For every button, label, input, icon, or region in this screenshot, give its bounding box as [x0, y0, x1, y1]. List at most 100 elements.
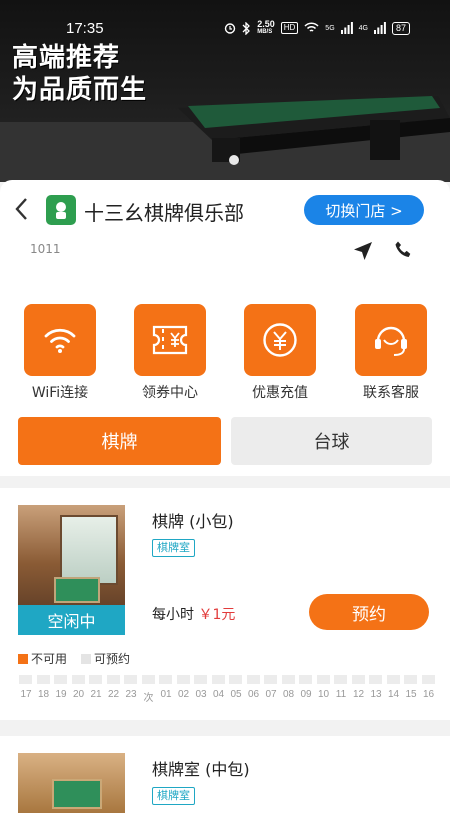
availability-legend: 不可用 可预约: [18, 650, 130, 667]
time-slot-label: 02: [177, 689, 190, 700]
time-slot-bar[interactable]: [281, 675, 295, 684]
time-slot-bar[interactable]: [106, 675, 120, 684]
room-image: [18, 753, 125, 813]
time-slot-bar[interactable]: [369, 675, 382, 684]
time-slot-label: 07: [265, 689, 277, 700]
time-slot-bar[interactable]: [89, 675, 102, 684]
time-slot-label: 16: [422, 689, 435, 700]
book-button[interactable]: 预约: [309, 594, 429, 630]
banner: 17:35 2.50 MB/S HD 5G 4G 87 高端推荐 为品质而生: [0, 0, 450, 182]
banner-line2: 为品质而生: [12, 75, 148, 105]
time-slot-bar[interactable]: [124, 675, 137, 684]
time-slot-label: 08: [282, 689, 295, 700]
net-speed-value: 2.50: [257, 19, 275, 29]
time-slot-label: 20: [72, 689, 85, 700]
mahjong-table-shape: [52, 779, 102, 809]
net-speed-unit: MB/S: [257, 29, 273, 35]
time-slot-bar[interactable]: [351, 675, 365, 684]
time-slot-bar[interactable]: [334, 675, 347, 684]
mahjong-table-shape: [54, 577, 100, 603]
store-code: 1011: [30, 242, 61, 256]
status-icons: 2.50 MB/S HD 5G 4G 87: [224, 20, 410, 36]
quick-action-coupons[interactable]: 领券中心: [134, 304, 206, 401]
legend-busy-swatch: [18, 653, 28, 664]
net-speed: 2.50 MB/S: [257, 20, 275, 36]
time-slot-bar[interactable]: [316, 675, 330, 684]
window-shape: [60, 515, 118, 585]
bluetooth-icon: [242, 21, 251, 35]
time-slot-label: 04: [212, 689, 225, 700]
time-slot-bar[interactable]: [36, 675, 50, 684]
time-slot-label: 13: [370, 689, 382, 700]
legend-busy-label: 不可用: [31, 652, 68, 666]
room-status-badge: 空闲中: [18, 605, 125, 635]
time-slot-bar[interactable]: [264, 675, 277, 684]
time-slot-bar[interactable]: [299, 675, 312, 684]
time-slot-label: 12: [352, 689, 365, 700]
headset-icon: [355, 304, 427, 376]
time-slot-label: 15: [405, 689, 417, 700]
time-slot-bar[interactable]: [421, 675, 435, 684]
banner-line1: 高端推荐: [12, 43, 121, 73]
time-slot-bar[interactable]: [246, 675, 260, 684]
time-slot-label: 09: [300, 689, 312, 700]
time-slot-bar[interactable]: [141, 675, 155, 684]
hd-icon: HD: [280, 22, 299, 34]
signal-4g-label: 4G: [358, 24, 368, 32]
time-slot-bar[interactable]: [71, 675, 85, 684]
quick-action-label: 联系客服: [363, 385, 419, 401]
room-card[interactable]: 棋牌室 (中包) 棋牌室: [0, 736, 450, 816]
room-tag: 棋牌室: [152, 539, 195, 557]
time-slot-bar[interactable]: [211, 675, 225, 684]
time-slot-label: 19: [55, 689, 67, 700]
tab-chess[interactable]: 棋牌: [18, 417, 221, 465]
navigation-icon[interactable]: [352, 240, 374, 262]
switch-store-button[interactable]: 切换门店 >: [304, 195, 424, 225]
store-logo: [46, 195, 76, 225]
status-time: 17:35: [66, 20, 104, 37]
time-slot-label: 次: [143, 693, 154, 704]
quick-action-label: WiFi连接: [31, 385, 89, 401]
room-tag: 棋牌室: [152, 787, 195, 805]
quick-action-label: 领券中心: [142, 385, 198, 401]
time-slot-bar[interactable]: [54, 675, 67, 684]
time-slot-label: 01: [160, 689, 172, 700]
wifi-status-icon: [304, 22, 319, 32]
price-prefix: 每小时: [152, 607, 194, 623]
wifi-icon: [24, 304, 96, 376]
time-slot-label: 03: [195, 689, 207, 700]
phone-icon[interactable]: [394, 240, 414, 260]
time-slot-label: 14: [387, 689, 400, 700]
battery-icon: 87: [391, 21, 410, 35]
room-name: 棋牌室 (中包): [152, 760, 250, 779]
signal-bars-icon: [373, 22, 386, 34]
time-slot-bar[interactable]: [404, 675, 417, 684]
room-name: 棋牌 (小包): [152, 512, 234, 531]
room-image: 空闲中: [18, 505, 125, 635]
store-card: 十三幺棋牌俱乐部 切换门店 > 1011 WiFi连接 领券中心 优惠充值 联系…: [0, 180, 450, 476]
tab-billiards[interactable]: 台球: [231, 417, 432, 465]
signal-5g-label: 5G: [325, 24, 335, 32]
back-icon[interactable]: [14, 197, 30, 226]
legend-free-swatch: [81, 653, 92, 664]
ticket-icon: [134, 304, 206, 376]
time-slot-label: 05: [230, 689, 242, 700]
status-bar: 17:35 2.50 MB/S HD 5G 4G 87: [0, 0, 450, 40]
time-slot-bar[interactable]: [386, 675, 400, 684]
time-slot-bar[interactable]: [176, 675, 190, 684]
time-slot-bar[interactable]: [194, 675, 207, 684]
time-slot-label: 18: [37, 689, 50, 700]
quick-action-support[interactable]: 联系客服: [355, 304, 427, 401]
signal-bars-icon: [340, 22, 353, 34]
time-slot-label: 11: [335, 689, 347, 700]
time-slot-bar[interactable]: [19, 675, 32, 684]
quick-action-wifi[interactable]: WiFi连接: [24, 304, 96, 401]
time-slot-bar[interactable]: [229, 675, 242, 684]
yuan-icon: [244, 304, 316, 376]
quick-action-label: 优惠充值: [252, 385, 308, 401]
room-card[interactable]: 空闲中 棋牌 (小包) 棋牌室 每小时 ￥1元 预约 不可用 可预约 17 18 1…: [0, 488, 450, 720]
quick-action-recharge[interactable]: 优惠充值: [244, 304, 316, 401]
time-slot-bar[interactable]: [159, 675, 172, 684]
time-slot-label: 17: [20, 689, 32, 700]
alarm-icon: [225, 23, 236, 34]
